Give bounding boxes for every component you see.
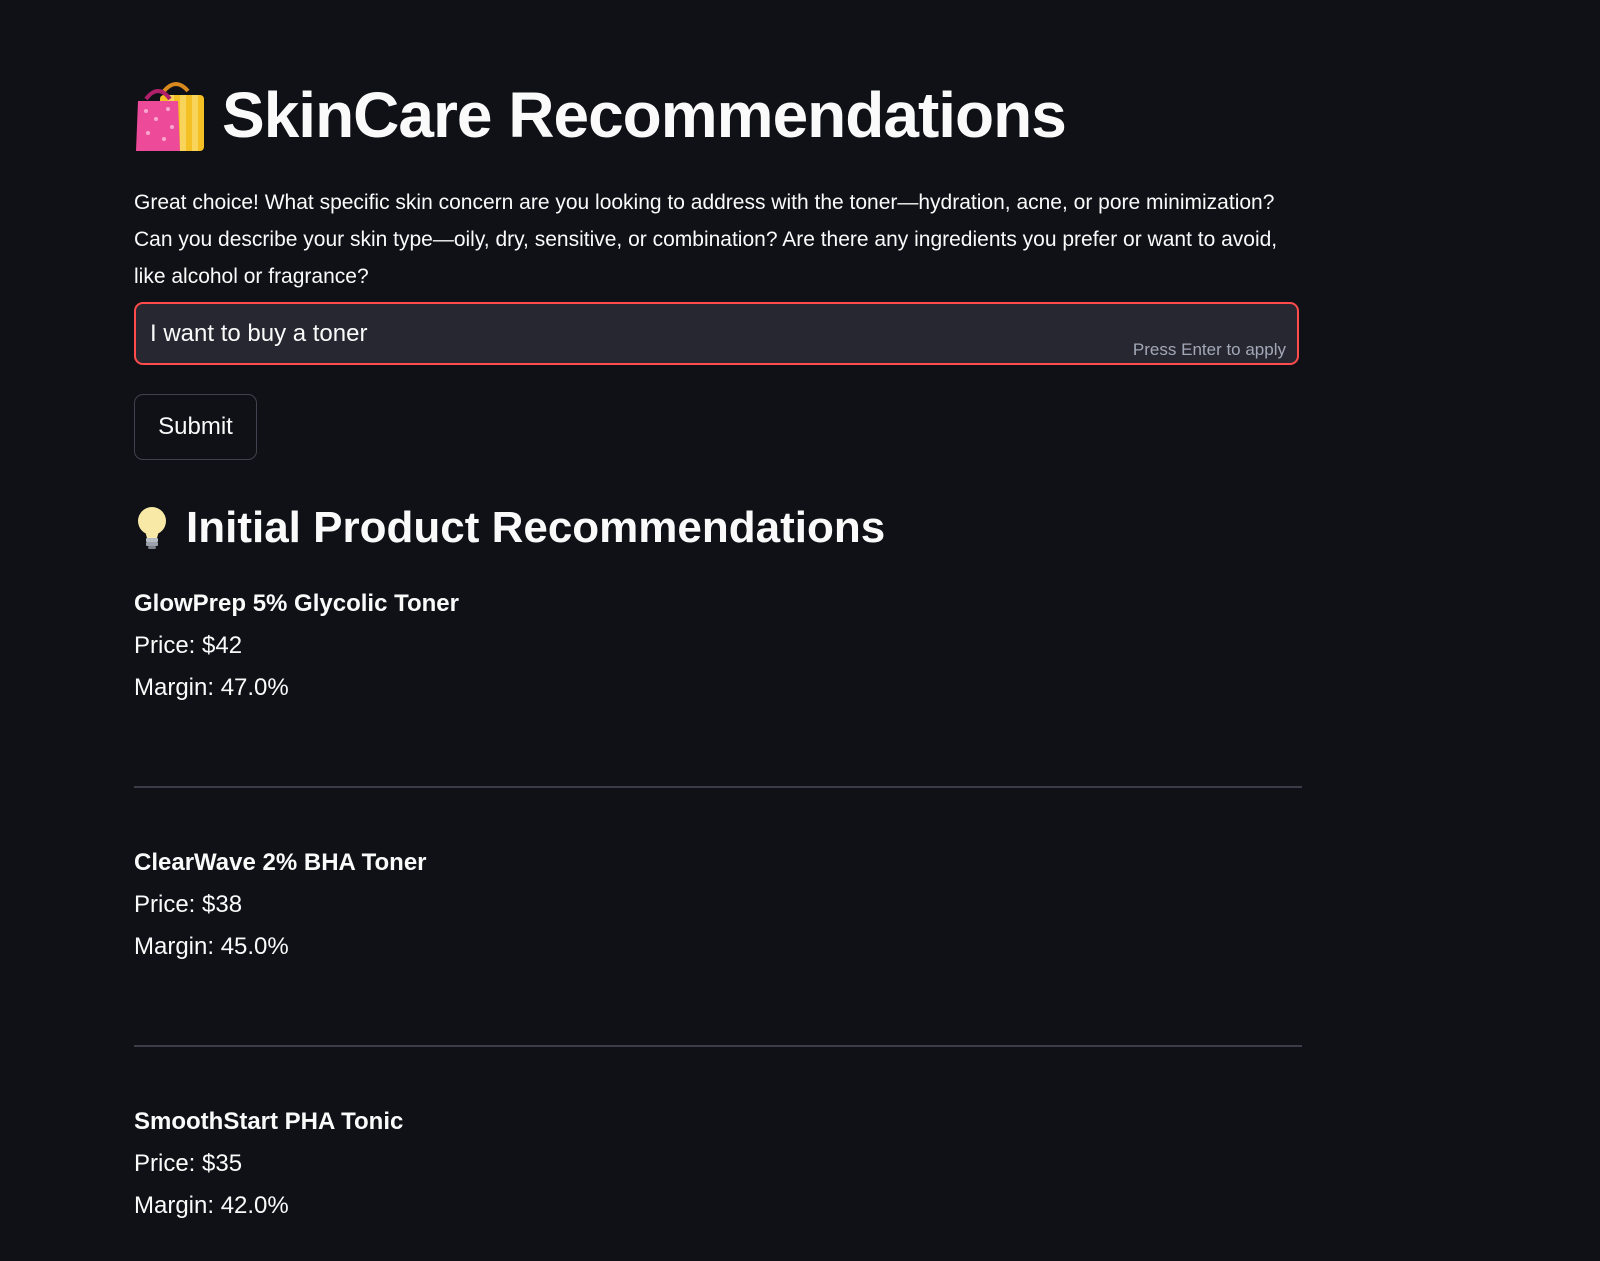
chat-input-container: Press Enter to apply: [134, 302, 1299, 365]
section-heading-row: Initial Product Recommendations: [134, 500, 885, 556]
product-item: SmoothStart PHA Tonic Price: $35 Margin:…: [134, 1101, 1299, 1227]
chat-input[interactable]: [150, 304, 1050, 363]
product-name: GlowPrep 5% Glycolic Toner: [134, 590, 459, 617]
press-enter-hint: Press Enter to apply: [1132, 340, 1286, 359]
title-row: SkinCare Recommendations: [134, 74, 1067, 156]
product-item: GlowPrep 5% Glycolic Toner Price: $42 Ma…: [134, 583, 1299, 709]
divider: [134, 786, 1302, 788]
product-price: Price: $38: [134, 891, 243, 918]
section-title: Initial Product Recommendations: [186, 503, 886, 552]
product-margin: Margin: 45.0%: [134, 933, 289, 960]
product-price: Price: $35: [134, 1150, 243, 1177]
product-margin: Margin: 47.0%: [134, 674, 289, 701]
divider: [134, 1045, 1302, 1047]
product-name: SmoothStart PHA Tonic: [134, 1108, 404, 1135]
product-margin: Margin: 42.0%: [134, 1192, 289, 1219]
product-item: ClearWave 2% BHA Toner Price: $38 Margin…: [134, 842, 1299, 968]
shopping-bags-icon: [134, 77, 206, 153]
light-bulb-icon: [134, 505, 170, 551]
submit-button[interactable]: Submit: [134, 394, 257, 460]
product-name: ClearWave 2% BHA Toner: [134, 849, 427, 876]
assistant-prompt: Great choice! What specific skin concern…: [134, 191, 1278, 288]
product-price: Price: $42: [134, 632, 243, 659]
page-title: SkinCare Recommendations: [222, 79, 1067, 151]
